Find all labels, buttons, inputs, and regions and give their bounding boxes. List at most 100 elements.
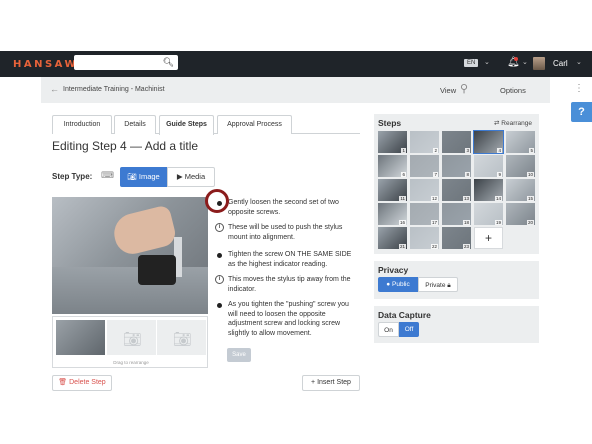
rearrange-label: Rearrange [501, 120, 532, 127]
step-number: 11 [399, 196, 406, 201]
step-thumbnail[interactable]: 19 [474, 203, 503, 225]
image-placeholder[interactable]: 📷︎ [107, 320, 156, 355]
chevron-down-icon[interactable]: ⌄ [522, 58, 528, 66]
step-thumbnail[interactable]: 1 [378, 131, 407, 153]
step-line-text[interactable]: Tighten the screw ON THE SAME SIDE as th… [228, 250, 358, 269]
step-thumbnail[interactable]: 5 [506, 131, 535, 153]
tab-approval-process[interactable]: Approval Process [217, 115, 292, 134]
step-line-text[interactable]: This moves the stylus tip away from the … [228, 275, 358, 294]
save-button[interactable]: Save [227, 348, 251, 362]
language-selector[interactable]: EN [464, 59, 479, 67]
step-number: 5 [529, 148, 534, 153]
image-placeholder[interactable]: 📷︎ [157, 320, 206, 355]
step-thumbnail[interactable]: 7 [410, 155, 439, 177]
step-line-text[interactable]: As you tighten the "pushing" screw you w… [228, 300, 358, 338]
view-link[interactable]: View [440, 86, 456, 95]
trash-icon: 🗑︎ [58, 379, 68, 386]
guide-header-bar: ← Intermediate Training - Machinist View… [41, 77, 584, 103]
plus-icon: + [311, 379, 316, 386]
search-input[interactable]: 🔍︎ [74, 55, 178, 70]
step-thumbnail[interactable]: 2 [410, 131, 439, 153]
step-number: 23 [462, 244, 470, 249]
step-line-text[interactable]: These will be used to push the stylus mo… [228, 223, 358, 242]
image-type-button[interactable]: 📷︎ Image [120, 167, 167, 187]
indicator-device [138, 255, 176, 285]
step-number: 12 [430, 196, 438, 201]
globe-icon: ● [386, 281, 391, 288]
step-thumbnail[interactable]: 17 [410, 203, 439, 225]
tab-introduction[interactable]: Introduction [52, 115, 112, 134]
step-thumbnail[interactable]: 10 [506, 155, 535, 177]
delete-step-label: Delete Step [69, 379, 106, 386]
info-icon: i [215, 275, 224, 284]
back-arrow-icon[interactable]: ← [50, 84, 59, 94]
rearrange-icon: ⇄ [494, 120, 500, 127]
step-thumbnail[interactable]: 16 [378, 203, 407, 225]
step-number: 14 [494, 196, 502, 201]
step-number: 17 [430, 220, 438, 225]
tab-details[interactable]: Details [114, 115, 156, 134]
step-thumbnail[interactable]: 14 [474, 179, 503, 201]
media-type-label: Media [184, 172, 206, 181]
step-thumbnail[interactable]: 6 [378, 155, 407, 177]
step-type-label: Step Type: [52, 172, 93, 181]
add-step-button[interactable]: + [474, 227, 503, 249]
step-thumbnail[interactable]: 22 [410, 227, 439, 249]
step-number: 15 [526, 196, 534, 201]
media-type-button[interactable]: ▶ Media [167, 167, 215, 187]
step-thumbnail[interactable]: 13 [442, 179, 471, 201]
step-thumbnail[interactable]: 20 [506, 203, 535, 225]
hand-shape [110, 204, 178, 258]
step-number: 22 [430, 244, 438, 249]
image-thumbnails: 📷︎ 📷︎ Drag to rearrange [52, 316, 208, 368]
steps-title: Steps [378, 118, 402, 128]
chevron-down-icon[interactable]: ⌄ [484, 58, 490, 66]
user-name[interactable]: Carl [553, 59, 568, 68]
privacy-private-option[interactable]: Private 🔒︎ [418, 277, 458, 292]
machine-table [52, 267, 208, 314]
avatar[interactable] [533, 57, 545, 70]
breadcrumb[interactable]: Intermediate Training - Machinist [63, 86, 165, 93]
step-line-text[interactable]: Gently loosen the second set of two oppo… [228, 198, 358, 217]
insert-step-label: Insert Step [317, 379, 351, 386]
step-number: 10 [526, 172, 534, 177]
tab-guide-steps[interactable]: Guide Steps [159, 115, 214, 135]
step-thumbnail[interactable]: 12 [410, 179, 439, 201]
image-thumbnail[interactable] [56, 320, 105, 355]
step-thumbnail[interactable]: 4 [473, 130, 504, 154]
step-number: 6 [401, 172, 406, 177]
rearrange-button[interactable]: ⇄ Rearrange [494, 119, 532, 127]
step-main-image[interactable] [52, 197, 208, 314]
steps-panel: Steps ⇄ Rearrange 1 2 3 4 5 6 7 8 9 10 11 12 13 14 15 1… [374, 114, 539, 254]
step-number: 18 [462, 220, 470, 225]
chevron-down-icon[interactable]: ⌄ [576, 58, 582, 66]
step-thumbnail[interactable]: 18 [442, 203, 471, 225]
brand-logo[interactable]: HANSAW [13, 59, 78, 70]
step-number: 3 [465, 148, 470, 153]
keyboard-icon: ⌨ [101, 170, 114, 180]
data-capture-off-option[interactable]: Off [399, 322, 419, 337]
step-thumbnail[interactable]: 3 [442, 131, 471, 153]
data-capture-on-option[interactable]: On [378, 322, 399, 337]
notification-badge [514, 57, 518, 61]
step-thumbnail[interactable]: 8 [442, 155, 471, 177]
step-thumbnail[interactable]: 9 [474, 155, 503, 177]
privacy-public-option[interactable]: ● Public [378, 277, 418, 292]
step-thumbnail[interactable]: 21 [378, 227, 407, 249]
step-thumbnail[interactable]: 15 [506, 179, 535, 201]
step-thumbnail[interactable]: 11 [378, 179, 407, 201]
delete-step-button[interactable]: 🗑︎ Delete Step [52, 375, 112, 391]
bullet-dot-icon [217, 253, 222, 258]
options-menu[interactable]: Options [500, 86, 526, 95]
help-button[interactable]: ? [571, 102, 592, 122]
step-number: 7 [433, 172, 438, 177]
more-vertical-icon[interactable]: ⋮ [574, 83, 584, 94]
search-icon[interactable]: 🔍︎ [163, 57, 174, 68]
insert-step-button[interactable]: + Insert Step [302, 375, 360, 391]
step-thumbnail[interactable]: 23 [442, 227, 471, 249]
step-number: 9 [497, 172, 502, 177]
magnifier-icon[interactable]: ⚲ [460, 82, 468, 95]
bullet-dot-icon [217, 303, 222, 308]
camera-icon: 📷︎ [127, 172, 137, 181]
data-capture-panel: Data Capture On Off [374, 306, 539, 343]
